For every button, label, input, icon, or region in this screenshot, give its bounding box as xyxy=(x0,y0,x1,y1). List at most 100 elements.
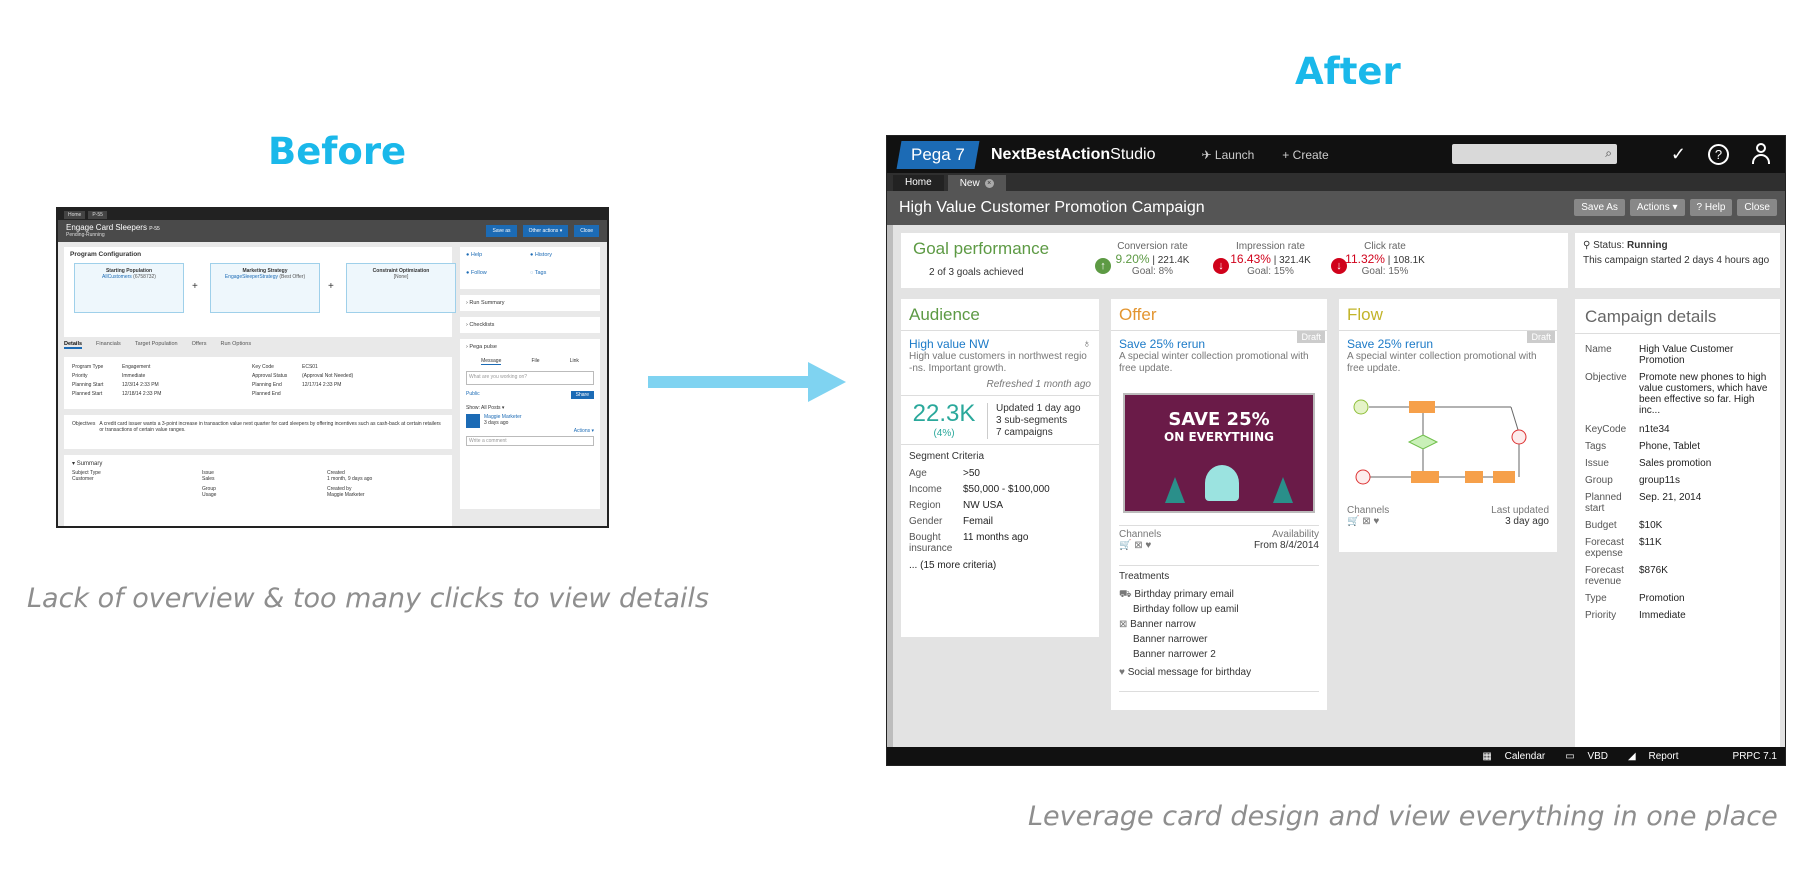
flow-diagram[interactable] xyxy=(1347,387,1547,497)
app-statusbar: ▦ Calendar ▭ VBD ◢ Report PRPC 7.1 xyxy=(887,747,1785,765)
treatment-item[interactable]: Banner narrower xyxy=(1133,632,1319,647)
metric-goal: Goal: 15% xyxy=(1247,266,1294,277)
treatment-item[interactable]: ⛟ Birthday primary email xyxy=(1119,587,1319,602)
metric-label: Click rate xyxy=(1364,241,1406,252)
offer-link[interactable]: Save 25% rerun xyxy=(1119,337,1319,351)
tree-graphic xyxy=(1165,477,1185,503)
after-caption: Leverage card design and view everything… xyxy=(1028,801,1778,832)
cart-icon: ⛟ xyxy=(1119,589,1132,600)
before-help-link[interactable]: ● Help xyxy=(466,252,530,266)
after-app-window: Pega 7 NextBestActionStudio ✈ Launch + C… xyxy=(886,135,1786,766)
summary-value: Sales xyxy=(202,476,215,482)
treatment-item[interactable]: Birthday follow up eamil xyxy=(1133,602,1319,617)
segment-percentage: (4%) xyxy=(933,428,955,439)
before-summary-title: ▾ Summary xyxy=(72,461,103,467)
close-tab-icon[interactable]: × xyxy=(984,178,994,188)
share-button[interactable]: Share xyxy=(570,391,594,399)
save-as-button[interactable]: Save As xyxy=(1574,199,1625,216)
help-button[interactable]: ? Help xyxy=(1689,199,1733,216)
audience-card: Audience High value NW ♁ High value cust… xyxy=(901,299,1099,637)
before-follow-link[interactable]: ● Follow xyxy=(466,270,530,284)
pulse-tab[interactable]: Message xyxy=(481,358,502,365)
before-detail-tab[interactable]: Details xyxy=(64,341,83,349)
pega-logo[interactable]: Pega 7 xyxy=(896,140,980,169)
before-summary: ▾ Summary Subject Type Customer Issue Sale… xyxy=(64,455,452,526)
detail-value: 12/3/14 2:33 PM xyxy=(122,382,159,388)
summary-value: 1 month, 9 days ago xyxy=(327,476,373,482)
treatment-item[interactable]: ⊠ Banner narrow xyxy=(1119,617,1319,632)
pulse-tab[interactable]: File xyxy=(532,358,540,365)
detail-row: Issue Sales promotion xyxy=(1585,458,1770,469)
show-filter[interactable]: Show: All Posts ▾ xyxy=(466,405,594,411)
before-run-summary[interactable]: › Run Summary xyxy=(460,295,600,311)
before-screenshot: Home P-55 Engage Card Sleepers P-55 Pend… xyxy=(56,207,609,528)
calendar-button[interactable]: ▦ Calendar xyxy=(1472,751,1545,762)
before-topbar: Home P-55 xyxy=(58,209,607,220)
summary-value: Customer xyxy=(72,476,94,482)
comment-input[interactable]: Write a comment xyxy=(466,436,594,446)
before-detail-tab[interactable]: Offers xyxy=(192,341,207,349)
banner-icon: ⊠ xyxy=(1119,619,1128,630)
app-topbar: Pega 7 NextBestActionStudio ✈ Launch + C… xyxy=(887,136,1785,173)
channel-icons: 🛒 ⊠ ♥ xyxy=(1119,540,1152,551)
before-detail-tab[interactable]: Run Options xyxy=(221,341,252,349)
detail-key: Planned start xyxy=(1585,492,1622,514)
treatment-item[interactable]: ♥ Social message for birthday xyxy=(1119,665,1319,680)
more-criteria-link[interactable]: ... (15 more criteria) xyxy=(909,560,1091,571)
before-box-link[interactable]: [None] xyxy=(351,274,451,280)
before-save-button[interactable]: Save as xyxy=(486,225,517,237)
before-tags-link[interactable]: ◌ Tags xyxy=(530,270,594,284)
before-box-link[interactable]: AllCustomers xyxy=(102,274,132,280)
user-icon[interactable] xyxy=(1751,143,1771,165)
goals-achieved: 2 of 3 goals achieved xyxy=(929,267,1024,278)
flow-link[interactable]: Save 25% rerun xyxy=(1347,337,1549,351)
pulse-input[interactable]: What are you working on? xyxy=(466,371,594,385)
campaign-details-title: Campaign details xyxy=(1585,307,1717,326)
detail-value: Sep. 21, 2014 xyxy=(1639,492,1702,503)
flow-description: A special winter collection promotional … xyxy=(1347,351,1537,374)
page-title: High Value Customer Promotion Campaign xyxy=(899,199,1205,216)
before-close-button[interactable]: Close xyxy=(574,225,599,237)
search-input[interactable]: ⌕ xyxy=(1452,144,1617,164)
monitor-icon: ▭ xyxy=(1565,750,1575,762)
report-button[interactable]: ◢ Report xyxy=(1618,751,1679,762)
before-history-link[interactable]: ● History xyxy=(530,252,594,266)
tab-home[interactable]: Home xyxy=(893,175,944,191)
rocket-icon: ✈ xyxy=(1201,147,1212,162)
help-icon[interactable]: ? xyxy=(1708,143,1729,165)
before-box-link[interactable]: EngageSleeperStrategy xyxy=(225,274,278,280)
tab-new[interactable]: New × xyxy=(947,175,1006,191)
launch-button[interactable]: ✈ Launch xyxy=(1202,148,1255,162)
detail-row: Group group11s xyxy=(1585,475,1770,486)
app-content: Goal performance 2 of 3 goals achieved ↑… xyxy=(887,225,1785,749)
actions-button[interactable]: Actions ▾ xyxy=(1629,199,1685,216)
before-tab[interactable]: Home xyxy=(64,210,86,219)
before-other-actions-button[interactable]: Other actions ▾ xyxy=(522,225,569,237)
before-detail-tab[interactable]: Financials xyxy=(96,341,121,349)
public-toggle[interactable]: Public xyxy=(466,391,480,399)
detail-key: Name xyxy=(1585,344,1612,355)
segment-link[interactable]: High value NW xyxy=(909,337,989,351)
pulse-tab[interactable]: Link xyxy=(570,358,579,365)
metric-count: 221.4K xyxy=(1157,255,1190,266)
before-tab[interactable]: P-55 xyxy=(88,210,107,219)
post-actions[interactable]: Actions ▾ xyxy=(466,428,594,434)
status-badge: Running xyxy=(1627,240,1668,251)
detail-value: Sales promotion xyxy=(1639,458,1712,469)
chart-icon: ◢ xyxy=(1628,750,1636,762)
status-icon: ⚲ xyxy=(1583,240,1591,251)
check-icon[interactable]: ✓ xyxy=(1671,144,1686,165)
detail-value: Immediate xyxy=(1639,610,1686,621)
before-checklists[interactable]: › Checklists xyxy=(460,317,600,333)
vbd-button[interactable]: ▭ VBD xyxy=(1555,751,1608,762)
create-button[interactable]: + Create xyxy=(1282,148,1328,162)
flow-title: Flow xyxy=(1347,305,1383,324)
app-tabbar: Home New × xyxy=(887,173,1785,191)
before-heading: Before xyxy=(268,130,407,173)
close-button[interactable]: Close xyxy=(1737,199,1777,216)
treatment-item[interactable]: Banner narrower 2 xyxy=(1133,647,1319,662)
before-detail-tab[interactable]: Target Population xyxy=(135,341,178,349)
detail-row: Type Promotion xyxy=(1585,593,1770,604)
offer-description: A special winter collection promotional … xyxy=(1119,351,1309,374)
after-heading: After xyxy=(1295,50,1401,93)
